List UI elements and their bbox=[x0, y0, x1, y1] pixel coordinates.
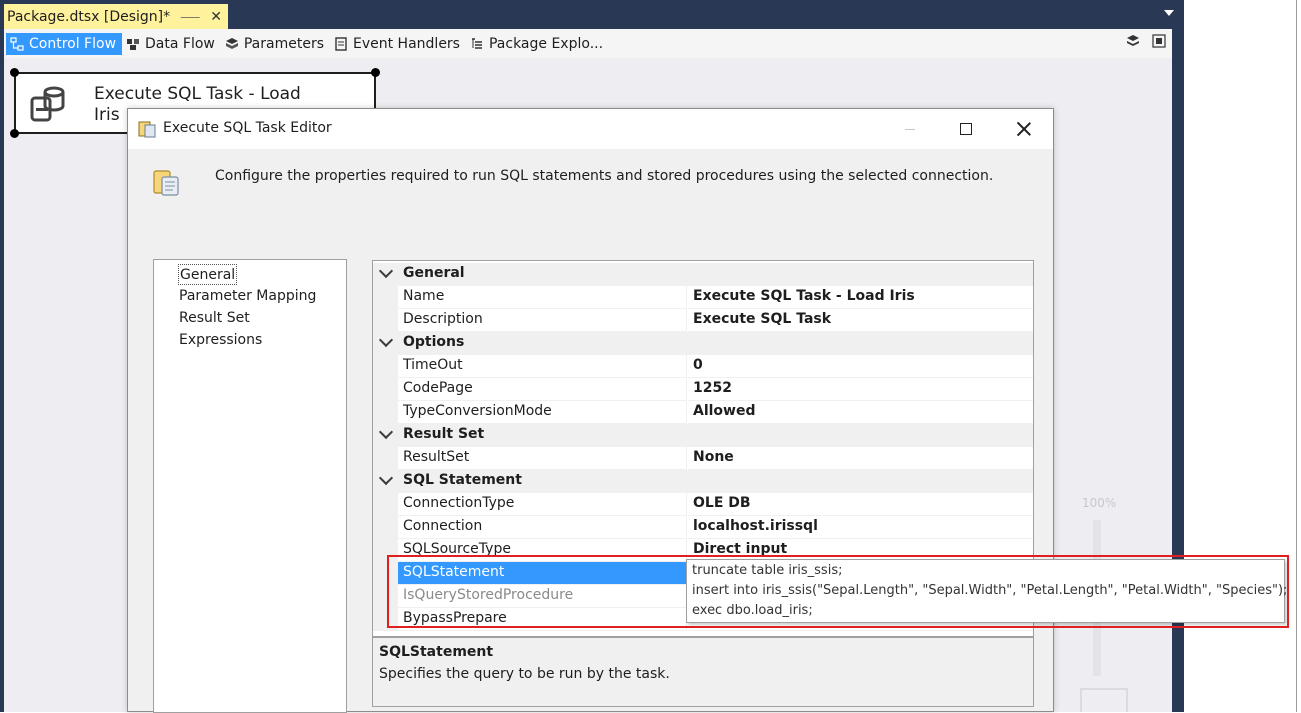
toolbar-right-icons bbox=[1126, 34, 1166, 48]
property-name: TimeOut bbox=[398, 355, 687, 378]
property-name: CodePage bbox=[398, 378, 687, 401]
nav-item-general[interactable]: General bbox=[178, 264, 238, 285]
control-flow-icon bbox=[10, 36, 24, 51]
pin-icon[interactable]: ⸺ bbox=[180, 8, 200, 25]
tab-control-flow-label: Control Flow bbox=[29, 35, 117, 52]
data-flow-icon bbox=[127, 38, 140, 50]
parameters-icon bbox=[225, 37, 238, 49]
category-result-set[interactable]: Result Set bbox=[373, 424, 1033, 447]
property-value[interactable]: None bbox=[688, 447, 1033, 470]
tab-list-dropdown-icon[interactable] bbox=[1164, 10, 1174, 16]
nav-item-parameter-mapping[interactable]: Parameter Mapping bbox=[179, 286, 316, 307]
chevron-down-icon[interactable] bbox=[378, 470, 394, 486]
tab-package-explorer-label: Package Explo... bbox=[488, 35, 604, 52]
nav-item-result-set[interactable]: Result Set bbox=[179, 308, 250, 329]
task-label-line1: Execute SQL Task - Load bbox=[94, 84, 301, 104]
category-label: General bbox=[403, 265, 465, 281]
execute-sql-task-icon bbox=[30, 86, 65, 122]
property-name: Name bbox=[398, 286, 687, 309]
property-name: ResultSet bbox=[398, 447, 687, 470]
document-tab[interactable]: Package.dtsx [Design]* ⸺ ✕ bbox=[4, 4, 229, 29]
right-border bbox=[1296, 0, 1297, 712]
category-general[interactable]: General bbox=[373, 263, 1033, 286]
property-help-panel: SQLStatement Specifies the query to be r… bbox=[372, 637, 1034, 707]
dialog-titlebar: Execute SQL Task Editor bbox=[128, 109, 1053, 149]
row-gutter bbox=[373, 378, 398, 401]
property-name: ConnectionType bbox=[398, 493, 687, 516]
help-title: SQLStatement bbox=[379, 644, 494, 660]
tab-data-flow-label: Data Flow bbox=[145, 35, 215, 52]
selection-handle[interactable] bbox=[10, 68, 19, 77]
event-handlers-icon bbox=[335, 36, 347, 51]
tab-event-handlers-label: Event Handlers bbox=[353, 35, 460, 52]
tab-parameters[interactable]: Parameters bbox=[221, 33, 330, 55]
document-tab-title: Package.dtsx [Design]* bbox=[7, 8, 171, 25]
tab-data-flow[interactable]: Data Flow bbox=[122, 33, 221, 55]
property-name: Connection bbox=[398, 516, 687, 539]
property-row-codepage[interactable]: CodePage 1252 bbox=[373, 378, 1033, 401]
dialog-header: Configure the properties required to run… bbox=[128, 149, 1053, 219]
help-text: Specifies the query to be run by the tas… bbox=[379, 666, 670, 682]
category-label: Result Set bbox=[403, 426, 485, 442]
minimize-icon bbox=[905, 128, 915, 130]
category-options[interactable]: Options bbox=[373, 332, 1033, 355]
designer-toolbar: Control Flow Data Flow Parameters Event … bbox=[4, 29, 1172, 58]
category-label: Options bbox=[403, 334, 465, 350]
row-gutter bbox=[373, 447, 398, 470]
property-row-description[interactable]: Description Execute SQL Task bbox=[373, 309, 1033, 332]
zoom-level: 100% bbox=[1082, 496, 1117, 510]
document-tabbar: Package.dtsx [Design]* ⸺ ✕ bbox=[4, 4, 1180, 29]
annotation-highlight-box bbox=[387, 555, 1289, 628]
chevron-down-icon[interactable] bbox=[378, 424, 394, 440]
category-label: SQL Statement bbox=[403, 472, 522, 488]
property-row-connection[interactable]: Connection localhost.irissql bbox=[373, 516, 1033, 539]
property-row-connectiontype[interactable]: ConnectionType OLE DB bbox=[373, 493, 1033, 516]
row-gutter bbox=[373, 309, 398, 332]
property-value[interactable]: Execute SQL Task bbox=[688, 309, 1033, 332]
minimize-button[interactable] bbox=[887, 109, 933, 149]
row-gutter bbox=[373, 401, 398, 424]
property-value[interactable]: 0 bbox=[688, 355, 1033, 378]
nav-item-expressions[interactable]: Expressions bbox=[179, 330, 262, 351]
property-value[interactable]: Allowed bbox=[688, 401, 1033, 424]
tab-package-explorer[interactable]: Package Explo... bbox=[466, 33, 609, 55]
layers-icon[interactable] bbox=[1126, 34, 1140, 48]
selection-handle[interactable] bbox=[371, 68, 380, 77]
close-icon bbox=[1017, 122, 1031, 136]
category-sql-statement[interactable]: SQL Statement bbox=[373, 470, 1033, 493]
property-row-resultset[interactable]: ResultSet None bbox=[373, 447, 1033, 470]
maximize-icon bbox=[960, 123, 972, 135]
property-row-typeconversionmode[interactable]: TypeConversionMode Allowed bbox=[373, 401, 1033, 424]
zoom-fit-button[interactable] bbox=[1080, 688, 1128, 712]
row-gutter bbox=[373, 355, 398, 378]
chevron-down-icon[interactable] bbox=[378, 263, 394, 279]
property-value[interactable]: 1252 bbox=[688, 378, 1033, 401]
tab-control-flow[interactable]: Control Flow bbox=[6, 32, 123, 55]
property-value[interactable]: localhost.irissql bbox=[688, 516, 1033, 539]
dialog-title: Execute SQL Task Editor bbox=[163, 120, 332, 136]
property-row-timeout[interactable]: TimeOut 0 bbox=[373, 355, 1033, 378]
selection-handle[interactable] bbox=[10, 129, 19, 138]
property-value[interactable]: OLE DB bbox=[688, 493, 1033, 516]
property-name: TypeConversionMode bbox=[398, 401, 687, 424]
sql-task-editor-icon bbox=[138, 121, 156, 138]
page-navigation: General Parameter Mapping Result Set Exp… bbox=[153, 259, 347, 713]
zoom-fit-icon[interactable] bbox=[1152, 34, 1166, 48]
row-gutter bbox=[373, 286, 398, 309]
row-gutter bbox=[373, 516, 398, 539]
property-value[interactable]: Execute SQL Task - Load Iris bbox=[688, 286, 1033, 309]
property-name: Description bbox=[398, 309, 687, 332]
maximize-button[interactable] bbox=[943, 109, 989, 149]
property-row-name[interactable]: Name Execute SQL Task - Load Iris bbox=[373, 286, 1033, 309]
sql-task-icon bbox=[153, 170, 179, 196]
close-button[interactable] bbox=[1001, 109, 1047, 149]
tab-event-handlers[interactable]: Event Handlers bbox=[330, 33, 466, 55]
row-gutter bbox=[373, 493, 398, 516]
package-explorer-icon bbox=[471, 37, 482, 49]
close-icon[interactable]: ✕ bbox=[210, 9, 222, 25]
tab-parameters-label: Parameters bbox=[243, 35, 324, 52]
dialog-description: Configure the properties required to run… bbox=[215, 168, 994, 184]
chevron-down-icon[interactable] bbox=[378, 332, 394, 348]
